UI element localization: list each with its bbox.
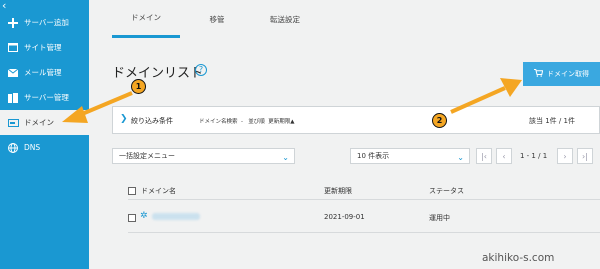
result-count: 該当 1件 / 1件 <box>529 117 575 125</box>
row-expiry: 2021-09-01 <box>324 213 365 221</box>
chevron-right-icon: ❯ <box>120 114 128 124</box>
first-page-button[interactable]: |‹ <box>476 148 492 164</box>
plus-icon <box>0 17 20 28</box>
filter-search-label: ドメイン名検索 <box>199 119 238 125</box>
chevron-down-icon: ⌄ <box>282 153 289 162</box>
sidebar-item-domain[interactable]: ドメイン <box>0 110 89 135</box>
sidebar-item-server[interactable]: サーバー管理 <box>0 85 89 110</box>
tab-domain[interactable]: ドメイン <box>112 0 180 38</box>
domain-icon <box>0 118 20 127</box>
chevron-left-icon: ‹ <box>502 151 506 161</box>
sidebar-item-label: サーバー追加 <box>24 18 69 27</box>
tab-bar: ドメイン 移管 転送設定 <box>89 0 600 38</box>
filter-sort-label: 並び順 <box>248 119 265 125</box>
mail-icon <box>0 68 20 77</box>
last-page-button[interactable]: ›| <box>577 148 593 164</box>
last-page-icon: ›| <box>582 151 588 161</box>
select-all-checkbox[interactable] <box>128 187 136 195</box>
domain-name-redacted[interactable] <box>152 213 200 220</box>
column-header-expiry[interactable]: 更新期限 <box>324 186 352 196</box>
annotation-badge-1: 1 <box>131 79 146 94</box>
watermark: akihiko-s.com <box>482 252 555 264</box>
filter-summary: ドメイン名検索 - 並び順 更新期限▲ <box>199 117 295 125</box>
column-header-domain[interactable]: ドメイン名 <box>141 186 176 196</box>
filter-sort-value: 更新期限▲ <box>268 119 295 125</box>
annotation-badge-2: 2 <box>432 113 447 128</box>
first-page-icon: |‹ <box>481 151 487 161</box>
main-content: ドメイン 移管 転送設定 ドメインリスト ? ドメイン取得 ❯ 絞り込み条件 ド… <box>89 0 600 269</box>
tab-forwarding[interactable]: 転送設定 <box>255 0 315 38</box>
sidebar-item-add-server[interactable]: サーバー追加 <box>0 10 89 35</box>
acquire-domain-label: ドメイン取得 <box>547 70 589 78</box>
cart-icon <box>534 69 544 79</box>
bulk-settings-value: 一括設定メニュー <box>119 152 175 160</box>
divider <box>128 199 600 200</box>
window-icon <box>0 43 20 52</box>
sidebar-item-mail[interactable]: メール管理 <box>0 60 89 85</box>
acquire-domain-button[interactable]: ドメイン取得 <box>523 62 600 86</box>
server-icon <box>0 92 20 103</box>
filter-search-value: - <box>241 119 244 125</box>
per-page-value: 10 件表示 <box>357 152 390 160</box>
sidebar-item-label: サーバー管理 <box>24 93 69 102</box>
sidebar-item-label: ドメイン <box>24 118 54 127</box>
sidebar-item-label: サイト管理 <box>24 43 62 52</box>
filter-panel[interactable]: ❯ 絞り込み条件 ドメイン名検索 - 並び順 更新期限▲ 該当 1件 / 1件 <box>112 106 600 134</box>
sidebar-item-label: メール管理 <box>24 68 62 77</box>
row-checkbox[interactable] <box>128 214 136 222</box>
globe-icon <box>0 142 20 153</box>
next-page-button[interactable]: › <box>557 148 573 164</box>
column-header-status[interactable]: ステータス <box>429 186 464 196</box>
per-page-select[interactable]: 10 件表示 ⌄ <box>350 148 470 164</box>
sidebar: ‹ サーバー追加 サイト管理 メール管理 サーバー管理 ドメイン DNS <box>0 0 89 269</box>
help-icon[interactable]: ? <box>195 64 207 76</box>
chevron-right-icon: › <box>563 151 567 161</box>
filter-label: 絞り込み条件 <box>131 117 173 125</box>
sidebar-item-site[interactable]: サイト管理 <box>0 35 89 60</box>
divider <box>128 232 600 233</box>
chevron-down-icon: ⌄ <box>457 153 464 162</box>
page-info: 1 - 1 / 1 <box>520 152 548 160</box>
gear-icon[interactable]: ✲ <box>140 211 148 221</box>
sidebar-item-label: DNS <box>24 143 41 152</box>
row-status: 運用中 <box>429 214 450 222</box>
page-title: ドメインリスト <box>112 66 204 81</box>
tab-transfer[interactable]: 移管 <box>197 0 237 38</box>
bulk-settings-select[interactable]: 一括設定メニュー ⌄ <box>112 148 295 164</box>
sidebar-item-dns[interactable]: DNS <box>0 135 89 160</box>
prev-page-button[interactable]: ‹ <box>496 148 512 164</box>
